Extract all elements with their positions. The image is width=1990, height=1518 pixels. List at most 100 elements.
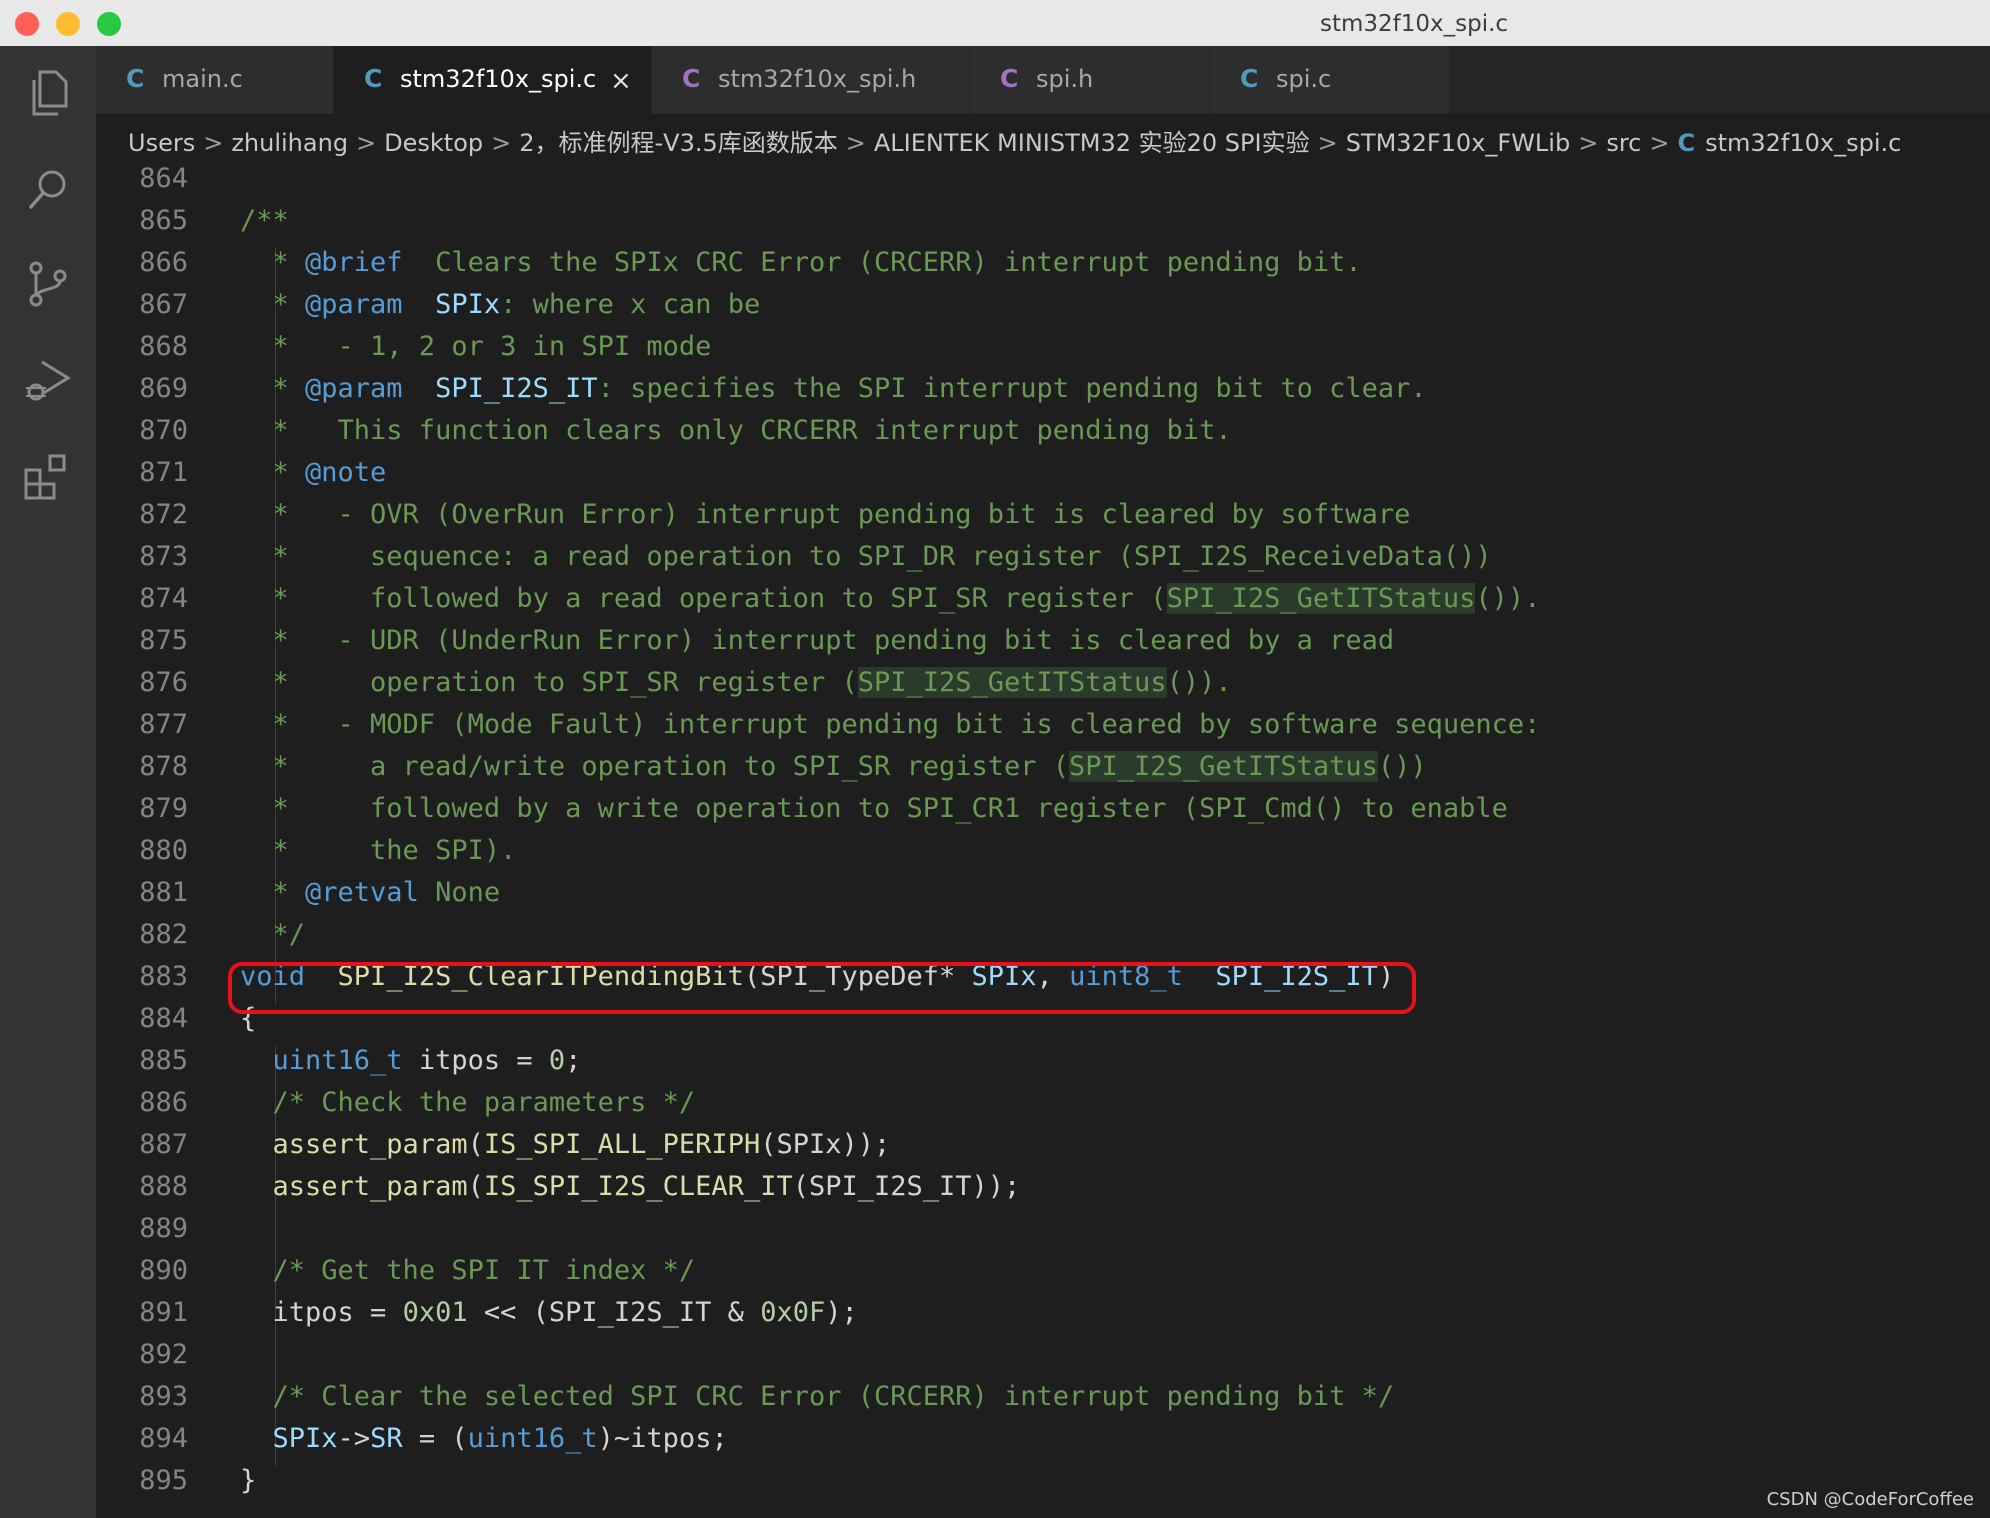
line-number: 867 <box>139 289 188 320</box>
code-line[interactable]: 895} <box>96 1460 1990 1502</box>
code-line[interactable]: 891 itpos = 0x01 << (SPI_I2S_IT & 0x0F); <box>96 1292 1990 1334</box>
code-line[interactable]: 893 /* Clear the selected SPI CRC Error … <box>96 1376 1990 1418</box>
tab-stm32f10x-spi-h[interactable]: C stm32f10x_spi.h <box>652 46 970 114</box>
watermark: CSDN @CodeForCoffee <box>1766 1489 1974 1510</box>
code-token: * <box>240 373 306 404</box>
code-token: 0x0F <box>760 1297 826 1328</box>
close-icon[interactable]: × <box>610 66 632 96</box>
code-token: ; <box>565 1045 582 1076</box>
breadcrumb-item-fwlib[interactable]: STM32F10x_FWLib <box>1346 129 1571 157</box>
code-line[interactable]: 866 * @brief Clears the SPIx CRC Error (… <box>96 242 1990 284</box>
tab-spi-h[interactable]: C spi.h <box>970 46 1210 114</box>
code-line[interactable]: 869 * @param SPI_I2S_IT: specifies the S… <box>96 368 1990 410</box>
code-line[interactable]: 892 <box>96 1334 1990 1376</box>
line-number: 877 <box>139 709 188 740</box>
breadcrumb-item-examples[interactable]: 2，标准例程-V3.5库函数版本 <box>519 129 838 157</box>
code-text: * followed by a read operation to SPI_SR… <box>240 578 1540 620</box>
breadcrumb-file[interactable]: stm32f10x_spi.c <box>1705 129 1901 157</box>
code-line[interactable]: 868 * - 1, 2 or 3 in SPI mode <box>96 326 1990 368</box>
tab-label: main.c <box>162 65 243 93</box>
code-line[interactable]: 877 * - MODF (Mode Fault) interrupt pend… <box>96 704 1990 746</box>
code-line[interactable]: 881 * @retval None <box>96 872 1990 914</box>
maximize-window-button[interactable] <box>97 12 121 36</box>
code-text: } <box>240 1460 256 1502</box>
line-number: 871 <box>139 457 188 488</box>
code-line[interactable]: 870 * This function clears only CRCERR i… <box>96 410 1990 452</box>
code-line[interactable]: 865 /** <box>96 200 1990 242</box>
code-line[interactable]: 889 <box>96 1208 1990 1250</box>
code-token: */ <box>240 919 306 950</box>
code-line[interactable]: 887 assert_param(IS_SPI_ALL_PERIPH(SPIx)… <box>96 1124 1990 1166</box>
line-number: 888 <box>139 1171 188 1202</box>
code-line[interactable]: 882 */ <box>96 914 1990 956</box>
code-line[interactable]: 864 <box>96 158 1990 200</box>
breadcrumb-item-users[interactable]: Users <box>128 129 195 157</box>
code-line[interactable]: 874 * followed by a read operation to SP… <box>96 578 1990 620</box>
breadcrumb-item-project[interactable]: ALIENTEK MINISTM32 实验20 SPI实验 <box>874 129 1310 157</box>
breadcrumb-item-src[interactable]: src <box>1606 129 1641 157</box>
breadcrumb-item-user[interactable]: zhulihang <box>231 129 348 157</box>
code-token: * - UDR (UnderRun Error) interrupt pendi… <box>240 625 1395 656</box>
breadcrumb-item-desktop[interactable]: Desktop <box>384 129 483 157</box>
source-control-icon[interactable] <box>20 256 76 312</box>
line-number: 893 <box>139 1381 188 1412</box>
close-window-button[interactable] <box>15 12 39 36</box>
code-line[interactable]: 878 * a read/write operation to SPI_SR r… <box>96 746 1990 788</box>
code-token: = ( <box>402 1423 468 1454</box>
code-line[interactable]: 876 * operation to SPI_SR register (SPI_… <box>96 662 1990 704</box>
tab-spi-c[interactable]: C spi.c <box>1210 46 1450 114</box>
run-debug-icon[interactable] <box>20 352 76 408</box>
line-number: 881 <box>139 877 188 908</box>
code-token: * followed by a write operation to SPI_C… <box>240 793 1508 824</box>
minimize-window-button[interactable] <box>56 12 80 36</box>
tab-main-c[interactable]: C main.c <box>96 46 334 114</box>
code-line[interactable]: 888 assert_param(IS_SPI_I2S_CLEAR_IT(SPI… <box>96 1166 1990 1208</box>
code-line[interactable]: 879 * followed by a write operation to S… <box>96 788 1990 830</box>
code-line[interactable]: 873 * sequence: a read operation to SPI_… <box>96 536 1990 578</box>
code-line[interactable]: 872 * - OVR (OverRun Error) interrupt pe… <box>96 494 1990 536</box>
line-number: 868 <box>139 331 188 362</box>
code-token: * <box>240 877 306 908</box>
code-editor[interactable]: 864 865 /** 866 * @brief Clears the SPIx CR… <box>96 163 1990 1518</box>
c-file-icon: C <box>126 64 145 93</box>
code-token: ); <box>825 1297 858 1328</box>
code-token: * - 1, 2 or 3 in SPI mode <box>240 331 712 362</box>
line-number: 876 <box>139 667 188 698</box>
extensions-icon[interactable] <box>20 448 76 504</box>
code-line[interactable]: 880 * the SPI). <box>96 830 1990 872</box>
code-line[interactable]: 890 /* Get the SPI IT index */ <box>96 1250 1990 1292</box>
code-text: * @brief Clears the SPIx CRC Error (CRCE… <box>240 242 1362 284</box>
code-token: SR <box>370 1423 403 1454</box>
code-text: * - 1, 2 or 3 in SPI mode <box>240 326 712 368</box>
c-file-icon: C <box>1240 64 1259 93</box>
tab-label: spi.c <box>1276 65 1332 93</box>
code-line[interactable]: 867 * @param SPIx: where x can be <box>96 284 1990 326</box>
line-number: 874 <box>139 583 188 614</box>
code-text: /* Clear the selected SPI CRC Error (CRC… <box>240 1376 1395 1418</box>
code-token: (SPIx)); <box>760 1129 891 1160</box>
code-text: * @note <box>240 452 387 494</box>
code-line[interactable]: 886 /* Check the parameters */ <box>96 1082 1990 1124</box>
code-line[interactable]: 871 * @note <box>96 452 1990 494</box>
line-number: 895 <box>139 1465 188 1496</box>
code-text: * a read/write operation to SPI_SR regis… <box>240 746 1427 788</box>
code-token: IS_SPI_I2S_CLEAR_IT <box>483 1171 793 1202</box>
breadcrumb-separator: > <box>356 129 377 157</box>
line-number: 870 <box>139 415 188 446</box>
search-icon[interactable] <box>20 162 76 218</box>
code-line[interactable]: 875 * - UDR (UnderRun Error) interrupt p… <box>96 620 1990 662</box>
code-token: * operation to SPI_SR register ( <box>240 667 858 698</box>
code-line[interactable]: 894 SPIx->SR = (uint16_t)~itpos; <box>96 1418 1990 1460</box>
code-token: SPIx <box>435 289 501 320</box>
code-line[interactable]: 885 uint16_t itpos = 0; <box>96 1040 1990 1082</box>
tab-stm32f10x-spi-c[interactable]: C stm32f10x_spi.c × <box>334 46 652 114</box>
code-token: )~itpos; <box>597 1423 728 1454</box>
files-icon[interactable] <box>20 64 76 120</box>
code-text: assert_param(IS_SPI_ALL_PERIPH(SPIx)); <box>240 1124 891 1166</box>
code-token: assert_param <box>272 1129 468 1160</box>
